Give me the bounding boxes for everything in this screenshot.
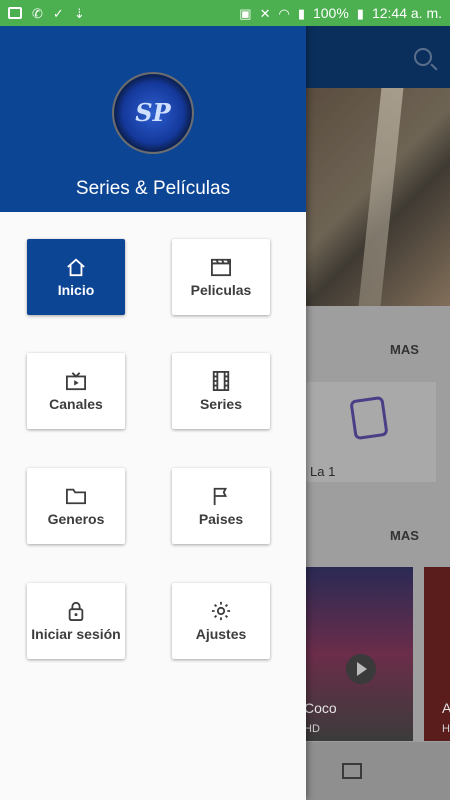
background-screen: MAS La 1 MAS Coco HD A H [304,26,450,800]
play-icon[interactable] [346,654,376,684]
more-link-channels[interactable]: MAS [390,342,419,357]
app-toolbar [306,26,450,88]
menu-item-label: Series [199,395,243,412]
movie-title: Coco [304,700,337,716]
menu-item-iniciar-sesion[interactable]: Iniciar sesión [27,583,125,659]
battery-saver-icon: ▣ [239,5,252,21]
flag-icon [213,487,228,505]
more-link-movies[interactable]: MAS [390,528,419,543]
menu-item-paises[interactable]: Paises [172,468,270,544]
gear-icon [211,601,231,620]
image-notification-icon [8,7,22,19]
menu-item-peliculas[interactable]: Peliculas [172,239,270,315]
film-strip-icon [212,370,230,391]
menu-item-label: Canales [49,395,103,412]
movie-title-2: A [442,700,450,716]
bottom-nav [306,742,450,800]
menu-item-ajustes[interactable]: Ajustes [172,583,270,659]
movie-quality-2: H [442,723,450,735]
menu-item-generos[interactable]: Generos [27,468,125,544]
folder-icon [66,488,86,504]
navigation-drawer: SP Series & Películas Inicio Peliculas C… [0,26,306,800]
menu-item-label: Paises [198,510,244,527]
logo-text: SP [135,98,171,127]
clock: 12:44 a. m. [371,5,442,21]
menu-item-label: Generos [47,510,105,527]
tv-icon [66,371,86,390]
status-bar: ✆ ✓ ⇣ ▣ ✕ ◠ ▮ 100% ▮ 12:44 a. m. [0,0,450,26]
channel-name: La 1 [310,464,336,479]
menu-item-canales[interactable]: Canales [27,353,125,429]
menu-item-inicio[interactable]: Inicio [27,239,125,315]
mute-icon: ✕ [259,5,271,21]
channel-card[interactable]: La 1 [306,382,436,482]
clapperboard-icon[interactable] [342,763,362,779]
menu-item-label: Peliculas [190,281,252,298]
wifi-icon: ◠ [278,5,290,21]
hero-banner[interactable] [306,88,450,306]
app-logo: SP [114,74,192,152]
check-icon: ✓ [52,5,64,21]
menu-item-series[interactable]: Series [172,353,270,429]
clapperboard-icon [211,258,231,276]
drawer-title: Series & Películas [75,178,231,199]
search-icon[interactable] [414,48,432,66]
battery-level: 100% [312,5,349,21]
signal-icon: ▮ [297,5,305,21]
phone-icon: ✆ [32,5,43,21]
menu-item-label: Ajustes [195,625,247,642]
drawer-header: SP Series & Películas [0,26,306,212]
menu-item-label: Iniciar sesión [31,625,121,642]
movie-quality: HD [304,723,320,735]
battery-icon: ▮ [356,5,364,21]
hero-image [358,88,404,306]
menu-item-label: Inicio [57,281,95,298]
play-logo-icon [349,395,389,441]
download-icon: ⇣ [73,5,85,21]
lock-icon [68,601,84,621]
home-icon [67,258,85,276]
